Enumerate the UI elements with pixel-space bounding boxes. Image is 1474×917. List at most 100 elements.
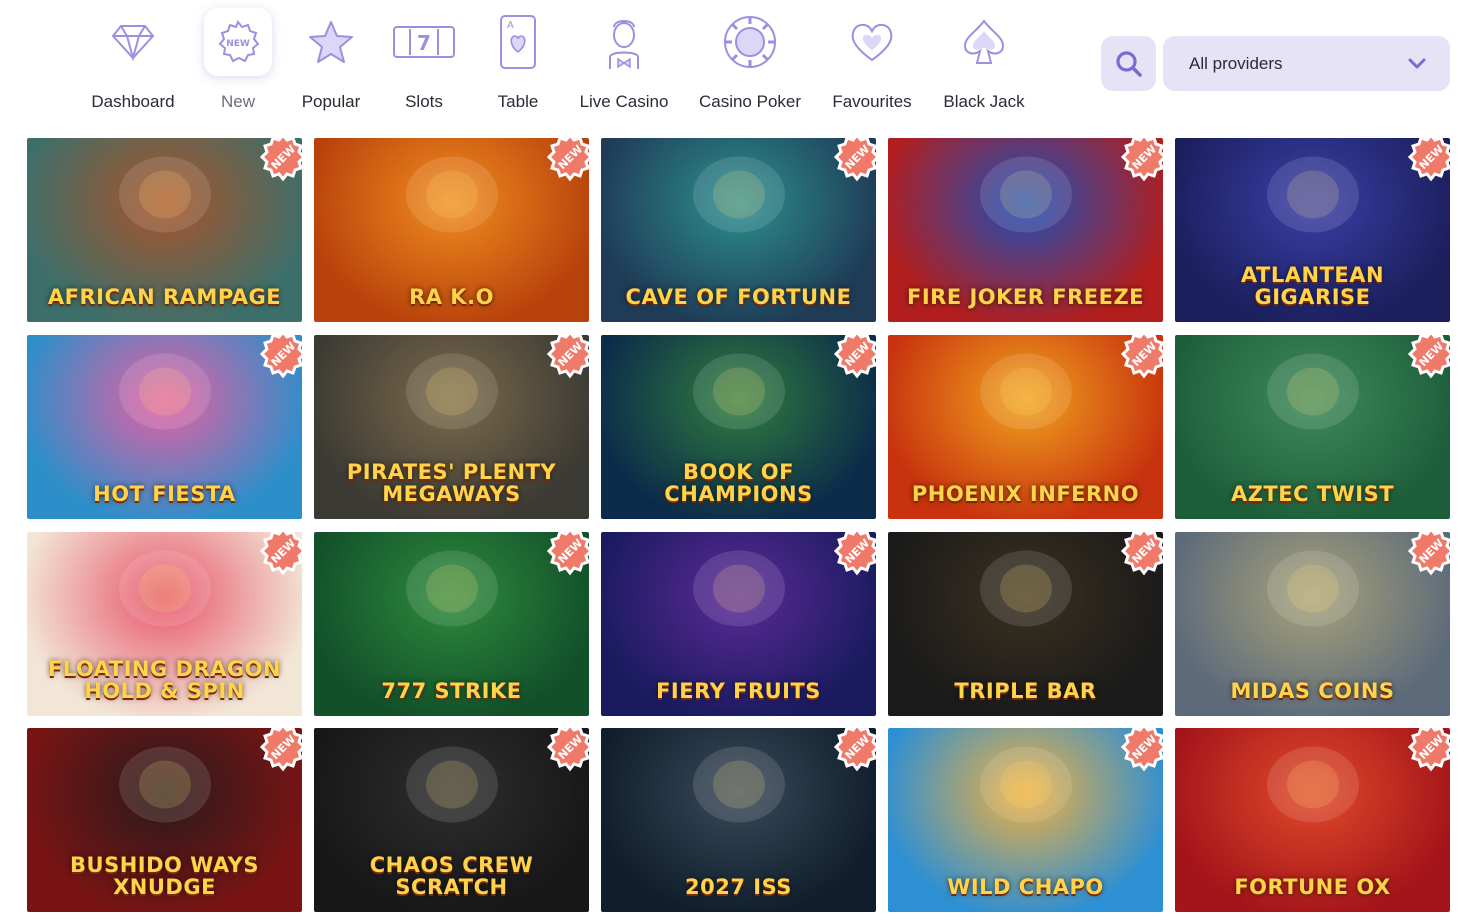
game-tile[interactable]: 2027 ISS NEW: [601, 728, 876, 912]
new-badge-label: NEW: [555, 142, 585, 172]
game-tile[interactable]: BUSHIDO WAYS xNUDGE NEW: [27, 728, 302, 912]
new-badge-label: NEW: [1129, 732, 1159, 762]
game-artwork: [105, 543, 225, 638]
game-artwork: [105, 149, 225, 244]
game-title: CAVE OF FORTUNE: [625, 284, 852, 309]
game-artwork: [679, 149, 799, 244]
game-title: BUSHIDO WAYS xNUDGE: [70, 852, 259, 899]
category-label: Live Casino: [579, 92, 669, 111]
new-badge: NEW: [258, 335, 302, 379]
game-tile[interactable]: FIRE JOKER FREEZE NEW: [888, 138, 1163, 322]
category-table[interactable]: A Table: [458, 8, 578, 120]
game-title: AZTEC TWIST: [1230, 481, 1395, 506]
game-title: FLOATING DRAGON HOLD & SPIN: [47, 656, 282, 703]
category-dashboard[interactable]: Dashboard: [73, 8, 193, 120]
game-title: HOT FIESTA: [93, 481, 236, 506]
diamond-icon: [99, 8, 167, 76]
provider-select[interactable]: All providers: [1163, 36, 1450, 91]
game-tile[interactable]: 777 STRIKE NEW: [314, 532, 589, 716]
game-artwork: [1253, 543, 1373, 638]
new-badge: NEW: [1406, 532, 1450, 576]
new-badge-label: NEW: [268, 536, 298, 566]
game-tile[interactable]: FIERY FRUITS NEW: [601, 532, 876, 716]
new-badge: NEW: [832, 728, 876, 772]
new-badge-label: NEW: [1129, 142, 1159, 172]
new-badge: NEW: [545, 138, 589, 182]
game-title: RA K.O: [409, 284, 494, 309]
category-label: Dashboard: [91, 92, 175, 111]
new-badge: NEW: [1406, 728, 1450, 772]
game-title: PHOENIX INFERNO: [911, 481, 1140, 506]
game-title: FIRE JOKER FREEZE: [906, 284, 1145, 309]
new-badge: NEW: [258, 728, 302, 772]
game-title: 2027 ISS: [685, 874, 792, 899]
new-badge-label: NEW: [1129, 536, 1159, 566]
new-badge-label: NEW: [555, 732, 585, 762]
star-icon: [297, 8, 365, 76]
new-badge-label: NEW: [268, 732, 298, 762]
category-label: Table: [497, 92, 539, 111]
new-badge: NEW: [1119, 728, 1163, 772]
new-badge: NEW: [1406, 335, 1450, 379]
provider-select-value: All providers: [1189, 53, 1283, 73]
spade-icon: [950, 8, 1018, 76]
game-title: WILD CHAPO: [947, 874, 1104, 899]
new-badge-label: NEW: [842, 339, 872, 369]
game-title: MIDAS COINS: [1230, 678, 1395, 703]
game-tile[interactable]: ATLANTEAN GIGARISE NEW: [1175, 138, 1450, 322]
game-artwork: [392, 346, 512, 441]
category-favourites[interactable]: Favourites: [812, 8, 932, 120]
game-grid: AFRICAN RAMPAGE NEW RA K.O NEW CAVE OF FORTU…: [27, 138, 1451, 917]
new-badge-label: NEW: [842, 142, 872, 172]
new-badge-label: NEW: [842, 536, 872, 566]
game-title: FIERY FRUITS: [656, 678, 821, 703]
game-tile[interactable]: AZTEC TWIST NEW: [1175, 335, 1450, 519]
game-tile[interactable]: HOT FIESTA NEW: [27, 335, 302, 519]
game-tile[interactable]: PHOENIX INFERNO NEW: [888, 335, 1163, 519]
game-tile[interactable]: BOOK OF CHAMPIONS NEW: [601, 335, 876, 519]
new-badge: NEW: [832, 335, 876, 379]
game-artwork: [966, 149, 1086, 244]
game-artwork: [1253, 149, 1373, 244]
game-artwork: [679, 543, 799, 638]
new-badge-label: NEW: [1416, 536, 1446, 566]
new-badge: NEW: [1406, 138, 1450, 182]
game-title: 777 STRIKE: [381, 678, 522, 703]
new-badge: NEW: [832, 532, 876, 576]
game-tile[interactable]: AFRICAN RAMPAGE NEW: [27, 138, 302, 322]
game-artwork: [1253, 739, 1373, 834]
category-label: Favourites: [832, 92, 912, 111]
game-artwork: [679, 346, 799, 441]
game-title: FORTUNE OX: [1234, 874, 1391, 899]
game-title: AFRICAN RAMPAGE: [47, 284, 282, 309]
game-title: TRIPLE BAR: [954, 678, 1097, 703]
new-badge-label: NEW: [268, 142, 298, 172]
game-tile[interactable]: MIDAS COINS NEW: [1175, 532, 1450, 716]
game-tile[interactable]: FLOATING DRAGON HOLD & SPIN NEW: [27, 532, 302, 716]
game-tile[interactable]: CHAOS CREW SCRATCH NEW: [314, 728, 589, 912]
new-badge: NEW: [832, 138, 876, 182]
game-tile[interactable]: RA K.O NEW: [314, 138, 589, 322]
game-tile[interactable]: CAVE OF FORTUNE NEW: [601, 138, 876, 322]
game-artwork: [966, 346, 1086, 441]
chevron-down-icon: [1408, 58, 1426, 68]
game-artwork: [392, 149, 512, 244]
category-black-jack[interactable]: Black Jack: [924, 8, 1044, 120]
new-badge-label: NEW: [1416, 339, 1446, 369]
category-label: New: [220, 92, 255, 111]
search-button[interactable]: [1101, 36, 1156, 91]
new-badge-label: NEW: [1416, 142, 1446, 172]
game-artwork: [105, 739, 225, 834]
category-live-casino[interactable]: Live Casino: [564, 8, 684, 120]
game-tile[interactable]: FORTUNE OX NEW: [1175, 728, 1450, 912]
game-tile[interactable]: WILD CHAPO NEW: [888, 728, 1163, 912]
game-title: ATLANTEAN GIGARISE: [1240, 262, 1385, 309]
heart-icon: [838, 8, 906, 76]
poker-chip-icon: [716, 8, 784, 76]
game-tile[interactable]: TRIPLE BAR NEW: [888, 532, 1163, 716]
category-label: Black Jack: [943, 92, 1025, 111]
game-title: BOOK OF CHAMPIONS: [664, 459, 813, 506]
category-casino-poker[interactable]: Casino Poker: [690, 8, 810, 120]
game-title: PIRATES' PLENTY MEGAWAYS: [346, 459, 557, 506]
game-tile[interactable]: PIRATES' PLENTY MEGAWAYS NEW: [314, 335, 589, 519]
